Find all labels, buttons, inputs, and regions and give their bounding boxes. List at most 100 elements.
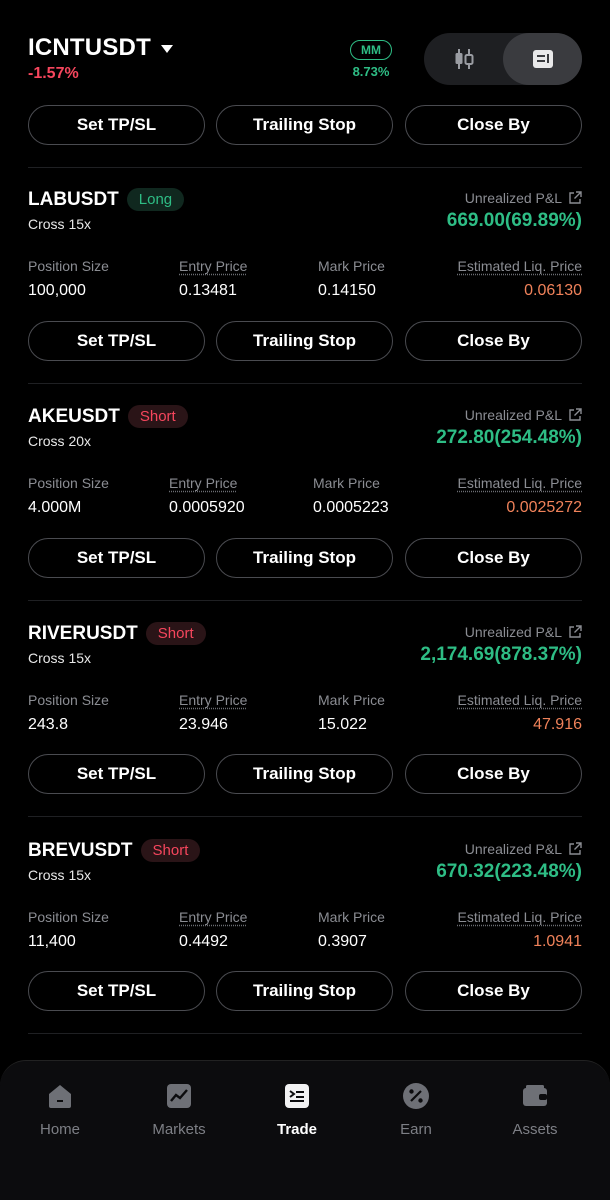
mark-price-value: 0.0005223 <box>313 499 389 516</box>
liq-price-label[interactable]: Estimated Liq. Price <box>458 258 583 274</box>
unrealized-pnl-label[interactable]: Unrealized P&L <box>465 841 582 857</box>
position-size-label: Position Size <box>28 909 109 925</box>
symbol-selector[interactable]: ICNTUSDT <box>28 34 173 62</box>
margin-leverage[interactable]: Cross 15x <box>28 650 91 666</box>
mm-badge: MM <box>350 40 392 60</box>
entry-price-field: Entry Price 0.0005920 <box>169 475 245 517</box>
unrealized-pnl-value: 272.80(254.48%) <box>436 427 582 448</box>
mark-price-label: Mark Price <box>313 475 380 491</box>
pair-name: BREVUSDT <box>28 839 133 861</box>
action-row: Set TP/SL Trailing Stop Close By <box>28 105 582 145</box>
position-size-value: 100,000 <box>28 282 86 299</box>
home-icon <box>45 1081 75 1111</box>
close-by-button[interactable]: Close By <box>405 321 582 361</box>
entry-price-label[interactable]: Entry Price <box>179 692 247 708</box>
unrealized-pnl-label[interactable]: Unrealized P&L <box>465 624 582 640</box>
unrealized-pnl-label[interactable]: Unrealized P&L <box>465 407 582 423</box>
pair-name: AKEUSDT <box>28 405 120 427</box>
nav-label: Home <box>39 1121 80 1138</box>
markets-icon <box>164 1081 194 1111</box>
liq-price-value: 47.916 <box>533 716 582 733</box>
side-badge: Short <box>127 405 188 428</box>
mark-price-value: 0.14150 <box>318 282 376 299</box>
trailing-stop-button[interactable]: Trailing Stop <box>216 105 393 145</box>
side-badge: Short <box>145 622 206 645</box>
nav-label: Trade <box>276 1121 318 1138</box>
unrealized-pnl-value: 2,174.69(878.37%) <box>420 644 582 665</box>
action-row: Set TP/SL Trailing Stop Close By <box>28 754 582 794</box>
mark-price-field: Mark Price 15.022 <box>318 692 385 734</box>
liq-price-label[interactable]: Estimated Liq. Price <box>458 909 583 925</box>
price-change: -1.57% <box>28 65 79 82</box>
liq-price-value: 0.06130 <box>524 282 582 299</box>
mm-value: 8.73% <box>352 64 390 79</box>
close-by-button[interactable]: Close By <box>405 754 582 794</box>
position-size-field: Position Size 100,000 <box>28 258 109 300</box>
margin-leverage[interactable]: Cross 15x <box>28 216 91 232</box>
nav-earn[interactable]: Earn <box>366 1081 466 1138</box>
set-tpsl-button[interactable]: Set TP/SL <box>28 321 205 361</box>
order-form-icon <box>532 50 553 68</box>
liq-price-label[interactable]: Estimated Liq. Price <box>458 692 583 708</box>
nav-assets[interactable]: Assets <box>485 1081 585 1138</box>
side-badge: Short <box>140 839 201 862</box>
close-by-button[interactable]: Close By <box>405 971 582 1011</box>
nav-label: Earn <box>400 1121 432 1138</box>
liq-price-label[interactable]: Estimated Liq. Price <box>458 475 583 491</box>
entry-price-value: 0.4492 <box>179 933 228 950</box>
close-by-button[interactable]: Close By <box>405 105 582 145</box>
nav-trade[interactable]: Trade <box>247 1081 347 1138</box>
position-size-label: Position Size <box>28 692 109 708</box>
nav-home[interactable]: Home <box>10 1081 110 1138</box>
share-icon <box>569 408 582 421</box>
trailing-stop-button[interactable]: Trailing Stop <box>216 538 393 578</box>
margin-leverage[interactable]: Cross 15x <box>28 867 91 883</box>
divider <box>28 383 582 384</box>
pair-name: RIVERUSDT <box>28 622 138 644</box>
divider <box>28 1033 582 1034</box>
set-tpsl-button[interactable]: Set TP/SL <box>28 971 205 1011</box>
entry-price-label[interactable]: Entry Price <box>169 475 245 491</box>
action-row: Set TP/SL Trailing Stop Close By <box>28 321 582 361</box>
nav-markets[interactable]: Markets <box>129 1081 229 1138</box>
liq-price-field: Estimated Liq. Price 1.0941 <box>458 909 583 951</box>
view-toggle <box>424 33 582 85</box>
divider <box>28 167 582 168</box>
position-size-field: Position Size 4.000M <box>28 475 109 517</box>
side-badge: Long <box>126 188 185 211</box>
nav-label: Markets <box>152 1121 206 1138</box>
liq-price-field: Estimated Liq. Price 0.06130 <box>458 258 583 300</box>
position-size-field: Position Size 11,400 <box>28 909 109 951</box>
mark-price-value: 0.3907 <box>318 933 367 950</box>
position-size-label: Position Size <box>28 475 109 491</box>
margin-ratio[interactable]: MM 8.73% <box>343 40 399 79</box>
trade-header: ICNTUSDT -1.57% MM 8.73% <box>0 0 610 96</box>
trailing-stop-button[interactable]: Trailing Stop <box>216 754 393 794</box>
set-tpsl-button[interactable]: Set TP/SL <box>28 754 205 794</box>
trailing-stop-button[interactable]: Trailing Stop <box>216 321 393 361</box>
caret-down-icon <box>160 45 173 53</box>
liq-price-value: 1.0941 <box>533 933 582 950</box>
position-size-field: Position Size 243.8 <box>28 692 109 734</box>
position-size-value: 4.000M <box>28 499 82 516</box>
share-icon <box>569 625 582 638</box>
chart-view-button[interactable] <box>424 33 503 85</box>
bottom-nav: Home Markets Trade Earn Assets <box>0 1060 610 1200</box>
position-size-label: Position Size <box>28 258 109 274</box>
entry-price-field: Entry Price 0.13481 <box>179 258 247 300</box>
set-tpsl-button[interactable]: Set TP/SL <box>28 538 205 578</box>
trailing-stop-button[interactable]: Trailing Stop <box>216 971 393 1011</box>
entry-price-label[interactable]: Entry Price <box>179 258 247 274</box>
divider <box>28 600 582 601</box>
candlestick-icon <box>455 49 473 69</box>
unrealized-pnl-label[interactable]: Unrealized P&L <box>465 190 582 206</box>
position-size-value: 243.8 <box>28 716 69 733</box>
mark-price-label: Mark Price <box>318 909 385 925</box>
action-row: Set TP/SL Trailing Stop Close By <box>28 538 582 578</box>
entry-price-label[interactable]: Entry Price <box>179 909 247 925</box>
close-by-button[interactable]: Close By <box>405 538 582 578</box>
order-view-button[interactable] <box>503 33 582 85</box>
margin-leverage[interactable]: Cross 20x <box>28 433 91 449</box>
earn-icon <box>401 1081 431 1111</box>
set-tpsl-button[interactable]: Set TP/SL <box>28 105 205 145</box>
